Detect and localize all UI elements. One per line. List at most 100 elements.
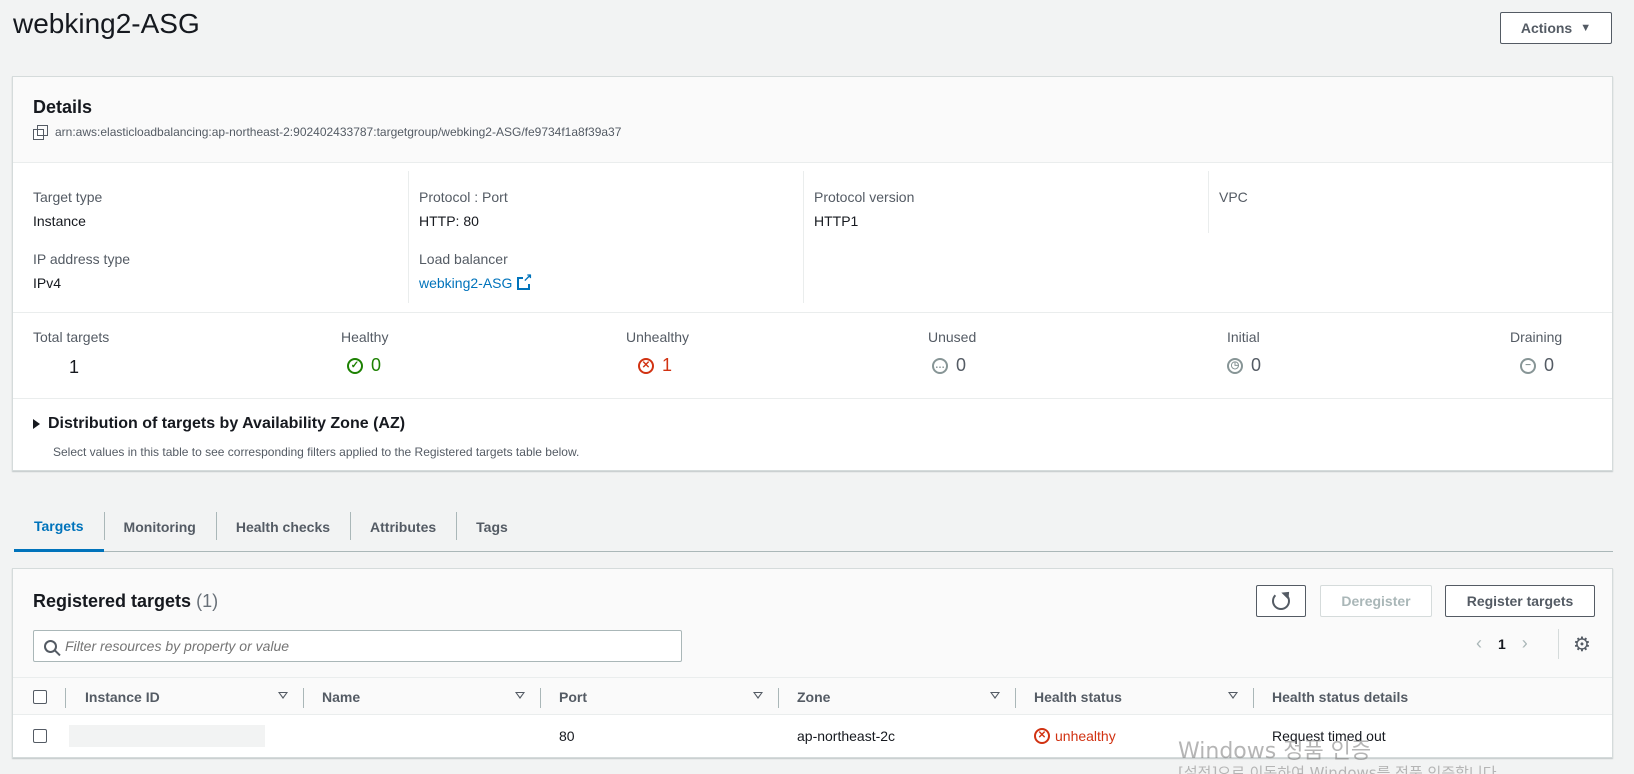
clock-circle-icon: ◷ [1227,357,1243,374]
sort-icon[interactable] [990,692,1000,699]
ellipsis-circle-icon: … [932,357,948,374]
protocol-version-value: HTTP1 [814,213,859,229]
page-number[interactable]: 1 [1498,636,1506,652]
register-targets-button[interactable]: Register targets [1445,585,1595,617]
tab-monitoring[interactable]: Monitoring [103,502,216,552]
col-instance-id[interactable]: Instance ID [85,678,160,716]
count-unused-row[interactable]: … 0 [928,355,976,376]
count-unused[interactable]: Unused … 0 [928,329,976,376]
details-col-4: VPC [1208,171,1603,233]
vpc-label: VPC [1219,189,1248,205]
count-healthy[interactable]: Healthy ✓ 0 [341,329,388,376]
port-cell: 80 [559,728,575,744]
col-health-details[interactable]: Health status details [1272,678,1408,716]
count-draining-label: Draining [1510,329,1563,345]
table-row[interactable]: 80 ap-northeast-2c ✕ unhealthy Request t… [13,715,1612,757]
tab-health-checks[interactable]: Health checks [215,502,350,552]
deregister-button[interactable]: Deregister [1320,585,1432,617]
col-name[interactable]: Name [322,678,360,716]
copy-icon[interactable] [33,125,48,140]
count-unused-label: Unused [928,329,977,345]
column-divider [778,688,779,708]
load-balancer-label: Load balancer [419,251,508,267]
az-description: Select values in this table to see corre… [53,445,580,459]
count-unhealthy-label: Unhealthy [626,329,690,345]
ip-type-label: IP address type [33,251,131,267]
select-all-checkbox[interactable] [33,690,47,704]
details-col-1: Target type Instance IP address type IPv… [13,171,408,303]
error-circle-icon: ✕ [638,357,654,374]
pagination: ‹ 1 › [1476,633,1528,654]
target-type-value: Instance [33,213,86,229]
count-draining-value[interactable]: 0 [1544,355,1554,376]
tab-targets[interactable]: Targets [14,502,104,552]
column-divider [303,688,304,708]
column-divider [540,688,541,708]
az-section: Distribution of targets by Availability … [13,399,1612,469]
column-divider [1253,688,1254,708]
count-unhealthy-row[interactable]: ✕ 1 [626,355,689,376]
tab-attributes[interactable]: Attributes [350,502,456,552]
windows-activation-subtext: [설정]으로 이동하여 Windows를 정품 인증합니다. [1178,764,1502,774]
sort-icon[interactable] [515,692,525,699]
load-balancer-link[interactable]: webking2-ASG [419,272,803,291]
count-unhealthy-value[interactable]: 1 [662,355,672,376]
search-icon [44,639,57,653]
tab-tags[interactable]: Tags [456,502,528,552]
sort-icon[interactable] [278,692,288,699]
count-healthy-label: Healthy [341,329,389,345]
details-header: Details arn:aws:elasticloadbalancing:ap-… [13,77,1612,163]
details-col-2: Protocol : Port HTTP: 80 Load balancer w… [408,171,803,303]
instance-id-cell[interactable] [69,725,265,747]
count-total-value: 1 [69,357,80,377]
protocol-port-label: Protocol : Port [419,189,508,205]
details-col-3: Protocol version HTTP1 [803,171,1198,303]
refresh-button[interactable] [1256,585,1306,617]
pager-divider [1558,629,1559,659]
target-type-label: Target type [33,189,103,205]
arn-row: arn:aws:elasticloadbalancing:ap-northeas… [33,125,621,140]
count-initial[interactable]: Initial ◷ 0 [1227,329,1261,376]
actions-label: Actions [1520,20,1573,36]
sort-icon[interactable] [753,692,763,699]
registered-targets-title: Registered targets (1) [33,591,218,612]
load-balancer-link-text[interactable]: webking2-ASG [419,275,512,291]
registered-targets-panel: Registered targets (1) Deregister Regist… [12,568,1613,758]
column-divider [65,688,66,708]
count-unused-value[interactable]: 0 [956,355,966,376]
count-healthy-value[interactable]: 0 [371,355,381,376]
actions-button[interactable]: Actions ▼ [1500,12,1612,44]
col-port[interactable]: Port [559,678,587,716]
search-box[interactable] [33,630,682,662]
count-initial-label: Initial [1227,329,1260,345]
ip-type-value: IPv4 [33,275,62,291]
count-total: Total targets 1 [33,329,109,378]
count-draining-row[interactable]: − 0 [1510,355,1562,376]
count-healthy-row[interactable]: ✓ 0 [341,355,388,376]
registered-targets-heading: Registered targets [33,591,192,611]
protocol-version-label: Protocol version [814,189,915,205]
protocol-port-value: HTTP: 80 [419,213,479,229]
refresh-icon [1272,592,1290,610]
col-health-status[interactable]: Health status [1034,678,1122,716]
az-title[interactable]: Distribution of targets by Availability … [48,415,405,433]
caret-right-icon [33,419,40,429]
count-initial-value[interactable]: 0 [1251,355,1261,376]
count-unhealthy[interactable]: Unhealthy ✕ 1 [626,329,689,376]
az-expand-toggle[interactable]: Distribution of targets by Availability … [33,415,405,433]
gear-icon[interactable]: ⚙ [1572,635,1592,655]
chevron-left-icon[interactable]: ‹ [1476,633,1482,654]
health-status-text: unhealthy [1055,728,1116,744]
count-initial-row[interactable]: ◷ 0 [1227,355,1261,376]
health-status-cell: ✕ unhealthy [1034,715,1116,757]
details-title: Details [33,97,93,117]
search-input[interactable] [65,638,665,654]
sort-icon[interactable] [1228,692,1238,699]
count-draining[interactable]: Draining − 0 [1510,329,1562,376]
page-title: webking2-ASG [13,8,200,39]
target-counts: Total targets 1 Healthy ✓ 0 Unhealthy ✕ … [13,313,1612,399]
col-zone[interactable]: Zone [797,678,830,716]
chevron-right-icon[interactable]: › [1522,633,1528,654]
table-header: Instance ID Name Port Zone Health status… [13,677,1612,716]
row-checkbox[interactable] [33,729,47,743]
